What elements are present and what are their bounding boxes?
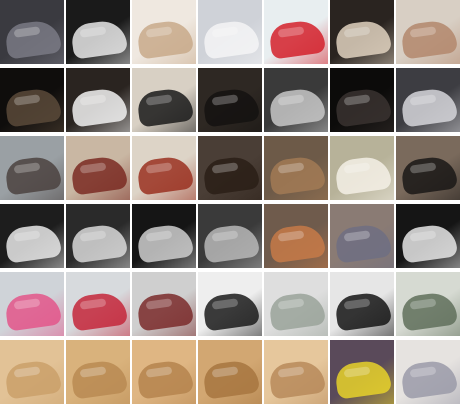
tile-silver-sneaker [396, 68, 460, 132]
tile-brown-boots [198, 136, 262, 200]
shoe-silhouette [69, 154, 129, 196]
tile-black-shoes-display [132, 68, 196, 132]
tile-red-shoe-shelf [66, 272, 130, 336]
shoe-silhouette [201, 358, 261, 400]
shoe-silhouette [399, 290, 459, 332]
shoe-silhouette [135, 86, 195, 128]
tile-black-oxfords [198, 68, 262, 132]
shoe-silhouette [135, 358, 195, 400]
shoe-silhouette [69, 358, 129, 400]
tile-red-brown-pumps [132, 136, 196, 200]
shoe-silhouette [3, 290, 63, 332]
tile-dark-shoe-closeup [0, 0, 64, 64]
tile-tan-crocs-closeup [66, 340, 130, 404]
tile-shoes-price-tags [132, 272, 196, 336]
tile-shelf-shoes-light [264, 272, 328, 336]
tile-bw-shoe-stack [66, 204, 130, 268]
shoe-silhouette [3, 18, 63, 60]
tile-yellow-purple-crocs [330, 340, 394, 404]
shoe-silhouette [333, 18, 393, 60]
shoe-silhouette [267, 86, 327, 128]
shoe-silhouette [201, 154, 261, 196]
shoe-silhouette [135, 154, 195, 196]
tile-bw-shoes-pile [0, 204, 64, 268]
shoe-silhouette [333, 86, 393, 128]
shoe-silhouette [267, 18, 327, 60]
tile-black-shoe-dark [0, 68, 64, 132]
tile-grey-sneakers-row [264, 68, 328, 132]
shoe-silhouette [399, 154, 459, 196]
shoe-silhouette [69, 18, 129, 60]
shoe-silhouette [201, 222, 261, 264]
tile-black-heel-shelf [330, 272, 394, 336]
tile-black-boots-display [396, 136, 460, 200]
tile-black-heels-row [198, 272, 262, 336]
shoe-silhouette [135, 290, 195, 332]
tile-patent-beige-pump [330, 0, 394, 64]
tile-white-sandals [396, 204, 460, 268]
shoe-image-mosaic [0, 0, 460, 404]
shoe-silhouette [135, 18, 195, 60]
tile-burgundy-heels [66, 136, 130, 200]
shoe-silhouette [333, 222, 393, 264]
shoe-silhouette [3, 222, 63, 264]
tile-tan-croc-single [264, 340, 328, 404]
shoe-silhouette [201, 18, 261, 60]
tile-blurred-shoe [330, 204, 394, 268]
tile-pink-crocs-shelf [0, 272, 64, 336]
shoe-silhouette [69, 222, 129, 264]
tile-bw-shoes-shelf [198, 204, 262, 268]
shoe-silhouette [267, 290, 327, 332]
shoe-silhouette [267, 154, 327, 196]
tile-tan-crocs-holes [132, 340, 196, 404]
shoe-silhouette [201, 290, 261, 332]
shoe-silhouette [267, 358, 327, 400]
shoe-silhouette [399, 18, 459, 60]
tile-white-loafer [66, 68, 130, 132]
tile-beige-loafer [396, 0, 460, 64]
tile-black-shoe-edge [330, 68, 394, 132]
tile-tan-crocs-stack [198, 340, 262, 404]
tile-tan-crocs [0, 340, 64, 404]
tile-black-white-sneaker [66, 0, 130, 64]
tile-green-shoes-shelf [396, 272, 460, 336]
tile-white-sneaker [198, 0, 262, 64]
tile-bw-shoes-jumble [132, 204, 196, 268]
shoe-silhouette [333, 290, 393, 332]
tile-white-sneakers-shelf [330, 136, 394, 200]
tile-tan-boots [264, 136, 328, 200]
shoe-silhouette [69, 290, 129, 332]
tile-shelf-flats [0, 136, 64, 200]
tile-red-sneaker [264, 0, 328, 64]
tile-orange-shoe-closeup [264, 204, 328, 268]
shoe-silhouette [399, 86, 459, 128]
tile-beige-pump [132, 0, 196, 64]
shoe-silhouette [201, 86, 261, 128]
shoe-silhouette [3, 358, 63, 400]
shoe-silhouette [333, 154, 393, 196]
shoe-silhouette [3, 86, 63, 128]
shoe-silhouette [267, 222, 327, 264]
shoe-silhouette [69, 86, 129, 128]
shoe-silhouette [399, 358, 459, 400]
tile-white-clog-blur [396, 340, 460, 404]
shoe-silhouette [135, 222, 195, 264]
shoe-silhouette [399, 222, 459, 264]
shoe-silhouette [3, 154, 63, 196]
shoe-silhouette [333, 358, 393, 400]
